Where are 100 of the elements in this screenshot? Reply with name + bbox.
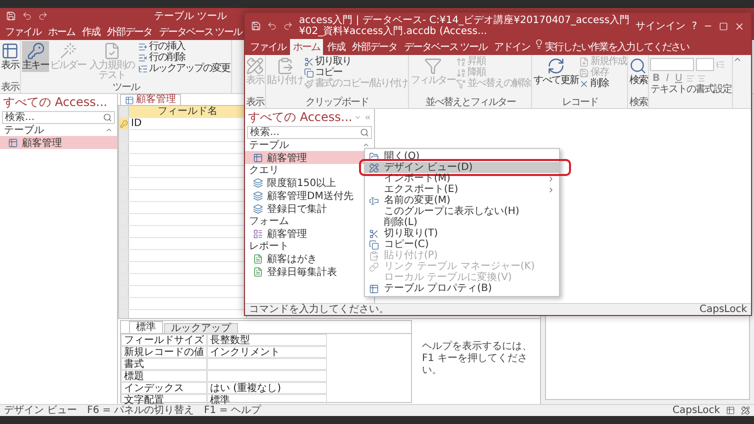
ribbon-button[interactable]: すべて更新: [533, 56, 578, 87]
ribbon-button[interactable]: 検索: [629, 56, 648, 87]
property-name: 標題: [121, 370, 207, 382]
row-selector[interactable]: [119, 238, 129, 249]
ribbon-tab[interactable]: アドイン: [491, 39, 534, 55]
clipboard-icon: [369, 250, 379, 260]
ribbon-button[interactable]: ルックアップの変更: [138, 63, 230, 74]
ribbon-button[interactable]: 行の挿入: [138, 41, 230, 52]
row-selector[interactable]: [119, 214, 129, 225]
menu-item[interactable]: 名前の変更(M): [365, 195, 559, 206]
save-icon: [579, 68, 590, 78]
menu-item[interactable]: このグループに表示しない(H): [365, 206, 559, 217]
row-selector[interactable]: [119, 142, 129, 153]
search-icon: [360, 128, 369, 137]
row-selector[interactable]: [119, 166, 129, 177]
column-header: フィールド名: [129, 106, 247, 117]
menu-item[interactable]: コピー(C): [365, 239, 559, 250]
row-selector[interactable]: [119, 178, 129, 189]
menu-item[interactable]: デザイン ビュー(D): [365, 162, 559, 173]
font-size-field[interactable]: [696, 58, 714, 71]
property-value[interactable]: はい (重複なし): [207, 382, 327, 394]
stacked-squares-icon: [253, 178, 263, 188]
sign-in-link[interactable]: サインイン: [636, 19, 686, 33]
group-heading: クエリ: [249, 164, 280, 176]
ribbon-button[interactable]: 行の削除: [138, 52, 230, 63]
list-plus-icon: [138, 42, 148, 52]
ribbon-button[interactable]: 切り取り: [304, 56, 408, 67]
property-name: フィールドサイズ: [121, 334, 207, 346]
property-value[interactable]: [207, 358, 327, 370]
undo-icon: [22, 11, 32, 21]
property-tab[interactable]: 標準: [129, 321, 163, 333]
paintbrush-icon: [304, 78, 314, 88]
search-field[interactable]: 検索...: [247, 126, 372, 139]
menu-item[interactable]: 切り取り(T): [365, 228, 559, 239]
group-label: 並べ替えとフィルター: [424, 97, 517, 108]
ribbon-tab[interactable]: ファイル: [247, 39, 289, 55]
menu-item[interactable]: インポート(M): [365, 173, 559, 184]
ribbon-tab[interactable]: 作成: [79, 24, 103, 40]
row-selector[interactable]: [119, 262, 129, 273]
ribbon-button[interactable]: 表示: [1, 41, 19, 72]
undo-icon: [267, 21, 277, 31]
close-icon: [734, 20, 745, 32]
property-tab[interactable]: ルックアップ: [164, 323, 238, 333]
ribbon-button[interactable]: コピー: [304, 67, 408, 78]
tell-me-field[interactable]: 実行したい作業を入力してください: [545, 40, 690, 54]
key-icon: [26, 42, 44, 60]
group-label: 表示: [246, 97, 264, 108]
design-view-icon: [741, 406, 750, 415]
ribbon-tab[interactable]: ホーム: [290, 39, 323, 55]
ribbon-tab[interactable]: データベース ツール: [156, 24, 246, 40]
form-icon: [253, 228, 263, 238]
ribbon-tab[interactable]: ホーム: [45, 24, 78, 40]
search-field[interactable]: 検索...: [2, 111, 115, 124]
save-icon: [6, 11, 16, 21]
contextual-tab-label: テーブル ツール: [154, 10, 228, 23]
nav-item[interactable]: 顧客管理: [0, 136, 117, 149]
row-selector[interactable]: [119, 286, 129, 297]
row-selector[interactable]: [119, 250, 129, 261]
pencil-ruler-icon: [369, 162, 379, 172]
maximize-icon: [719, 22, 728, 30]
menu-item[interactable]: 削除(L): [365, 217, 559, 228]
row-selector[interactable]: [119, 274, 129, 285]
property-value[interactable]: [207, 370, 327, 382]
menu-item[interactable]: エクスポート(E): [365, 184, 559, 195]
sort-descending-icon: [456, 68, 466, 78]
row-selector[interactable]: [119, 154, 129, 165]
ribbon-tab[interactable]: 作成: [324, 39, 348, 55]
group-label: 表示: [1, 82, 19, 93]
link-icon: [369, 262, 379, 272]
ribbon-tab[interactable]: データベース ツール: [401, 39, 490, 55]
row-selector[interactable]: [119, 226, 129, 237]
help-button[interactable]: ?: [692, 20, 697, 32]
ribbon-tab[interactable]: 外部データ: [104, 24, 155, 40]
ribbon-tab[interactable]: ファイル: [2, 24, 44, 40]
ribbon-button[interactable]: 削除: [579, 78, 626, 89]
document-tab[interactable]: 顧客管理: [120, 94, 181, 105]
ribbon-tab[interactable]: 外部データ: [349, 39, 400, 55]
redo-icon: [283, 21, 293, 31]
row-selector[interactable]: [119, 202, 129, 213]
group-heading: テーブル: [249, 140, 290, 150]
stacked-squares-icon: [253, 190, 263, 200]
font-name-field[interactable]: [650, 58, 694, 71]
row-selector[interactable]: [119, 298, 129, 309]
property-value[interactable]: インクリメント: [207, 346, 327, 358]
filter-clear-icon: [456, 78, 466, 88]
property-value[interactable]: 長整数型: [207, 334, 327, 346]
row-selector[interactable]: [119, 310, 129, 318]
menu-item[interactable]: テーブル プロパティ(B): [365, 283, 559, 294]
group-label: ツール: [112, 82, 141, 93]
folder-icon: [369, 152, 379, 162]
ribbon-button[interactable]: 主キー: [22, 41, 49, 72]
group-label: レコード: [560, 97, 599, 108]
row-selector[interactable]: [119, 190, 129, 201]
group-label: クリップボード: [304, 97, 370, 108]
help-text: ヘルプを表示するには、F1 キーを押してください。: [421, 340, 533, 378]
row-selector[interactable]: [119, 130, 129, 141]
pencil-ruler-icon: [246, 57, 264, 75]
collapse-ribbon-icon: [733, 55, 742, 64]
redo-icon: [38, 11, 48, 21]
delete-icon: [579, 78, 590, 88]
